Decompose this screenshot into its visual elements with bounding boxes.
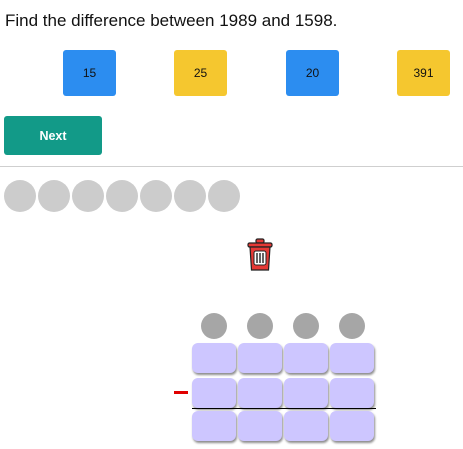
digit-slot[interactable] (284, 378, 328, 408)
progress-dot (106, 180, 138, 212)
progress-dot (140, 180, 172, 212)
choice-button-15[interactable]: 15 (63, 50, 116, 96)
answer-line (192, 408, 376, 409)
carry-slot[interactable] (339, 313, 365, 339)
minus-sign (174, 391, 188, 394)
answer-slot[interactable] (330, 411, 374, 441)
answer-slot[interactable] (284, 411, 328, 441)
progress-indicator (4, 180, 242, 212)
digit-slot[interactable] (192, 343, 236, 373)
divider (0, 166, 463, 167)
minuend-row (192, 343, 376, 373)
carry-slot[interactable] (201, 313, 227, 339)
digit-slot[interactable] (238, 378, 282, 408)
carry-row (201, 313, 385, 339)
worksheet: Find the difference between 1989 and 159… (0, 0, 463, 449)
answer-row (192, 411, 376, 441)
progress-dot (38, 180, 70, 212)
progress-dot (72, 180, 104, 212)
trash-can-icon[interactable] (246, 238, 274, 272)
carry-slot[interactable] (247, 313, 273, 339)
digit-slot[interactable] (192, 378, 236, 408)
choice-button-391[interactable]: 391 (397, 50, 450, 96)
choice-button-20[interactable]: 20 (286, 50, 339, 96)
digit-slot[interactable] (330, 343, 374, 373)
choice-button-25[interactable]: 25 (174, 50, 227, 96)
progress-dot (4, 180, 36, 212)
digit-slot[interactable] (284, 343, 328, 373)
digit-slot[interactable] (238, 343, 282, 373)
question-text: Find the difference between 1989 and 159… (5, 11, 338, 30)
answer-slot[interactable] (238, 411, 282, 441)
subtrahend-row (192, 378, 376, 408)
carry-slot[interactable] (293, 313, 319, 339)
answer-slot[interactable] (192, 411, 236, 441)
digit-slot[interactable] (330, 378, 374, 408)
next-button[interactable]: Next (4, 116, 102, 155)
progress-dot (174, 180, 206, 212)
progress-dot (208, 180, 240, 212)
